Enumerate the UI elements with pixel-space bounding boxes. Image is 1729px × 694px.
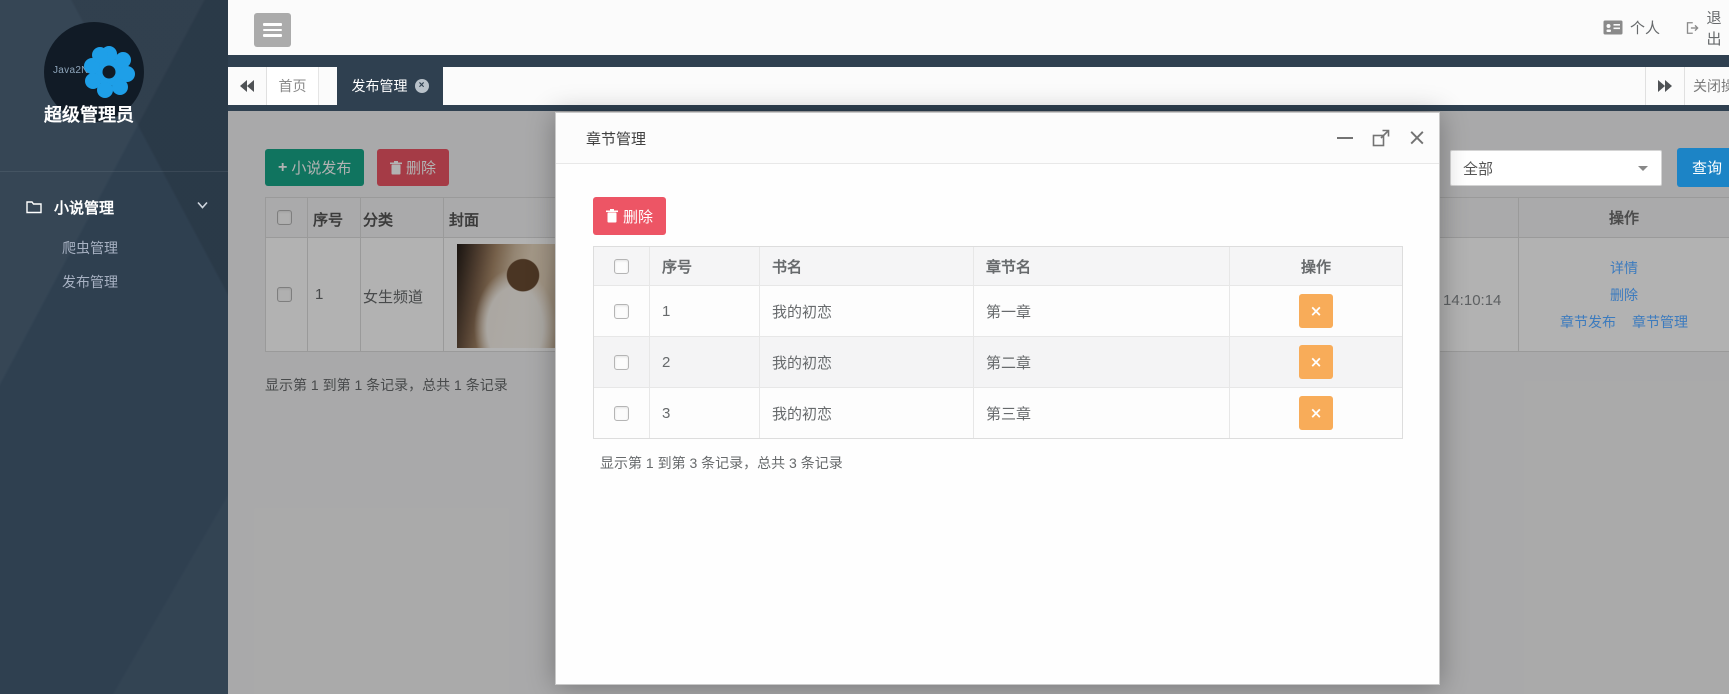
cell-chapter: 第一章 bbox=[974, 286, 1230, 336]
cell-index: 2 bbox=[650, 337, 760, 387]
delete-link[interactable]: 删除 bbox=[1610, 285, 1638, 305]
trash-icon bbox=[606, 209, 618, 223]
submenu-label: 发布管理 bbox=[62, 272, 118, 292]
maximize-icon[interactable] bbox=[1371, 128, 1391, 148]
detail-link[interactable]: 详情 bbox=[1610, 258, 1638, 278]
chevron-down-icon bbox=[197, 201, 208, 209]
tabs-scroll-right-button[interactable] bbox=[1645, 67, 1685, 105]
delete-chapters-button[interactable]: 删除 bbox=[593, 197, 666, 235]
chapter-table-header: 序号 书名 章节名 操作 bbox=[594, 247, 1402, 285]
search-label: 查询 bbox=[1692, 157, 1722, 178]
personal-menu[interactable]: 个人 bbox=[1603, 0, 1660, 55]
dialog-title: 章节管理 bbox=[586, 113, 646, 163]
close-operations-menu[interactable]: 关闭操作 bbox=[1693, 67, 1729, 105]
logout-label: 退出 bbox=[1707, 7, 1729, 49]
chapter-management-dialog: 章节管理 × 删除 bbox=[555, 112, 1440, 685]
chapter-row: 2 我的初恋 第二章 × bbox=[594, 336, 1402, 387]
chapter-publish-link[interactable]: 章节发布 bbox=[1560, 312, 1616, 332]
timestamp: 14:10:14 bbox=[1443, 292, 1501, 309]
search-button[interactable]: 查询 bbox=[1677, 148, 1729, 187]
select-all-checkbox[interactable] bbox=[614, 259, 629, 274]
chapter-row: 1 我的初恋 第一章 × bbox=[594, 285, 1402, 336]
sidebar: Java2Nb 超级管理员 小说管理 爬虫管理 bbox=[0, 0, 228, 694]
app-window: Java2Nb 超级管理员 小说管理 爬虫管理 bbox=[0, 0, 1729, 694]
double-chevron-left-icon bbox=[240, 80, 255, 92]
double-chevron-right-icon bbox=[1658, 80, 1673, 92]
chapter-manage-link[interactable]: 章节管理 bbox=[1632, 312, 1688, 332]
sidebar-item-crawler-management[interactable]: 爬虫管理 bbox=[0, 232, 228, 264]
row-operations: 详情 删除 章节发布 章节管理 bbox=[1519, 238, 1729, 352]
close-icon[interactable]: × bbox=[1407, 128, 1427, 148]
personal-label: 个人 bbox=[1630, 17, 1660, 38]
sidebar-item-label: 小说管理 bbox=[54, 197, 114, 218]
tab-label: 发布管理 bbox=[352, 76, 408, 96]
sign-out-icon bbox=[1686, 20, 1700, 36]
cell-index: 1 bbox=[650, 286, 760, 336]
category-filter-select[interactable]: 全部 bbox=[1450, 150, 1662, 186]
dialog-window-controls: × bbox=[1335, 113, 1427, 163]
cell-book: 我的初恋 bbox=[760, 286, 974, 336]
row-checkbox[interactable] bbox=[614, 304, 629, 319]
submenu-label: 爬虫管理 bbox=[62, 238, 118, 258]
delete-chapter-button[interactable]: × bbox=[1299, 396, 1333, 430]
id-card-icon bbox=[1603, 20, 1623, 35]
delete-chapters-label: 删除 bbox=[623, 206, 653, 227]
sidebar-item-novel-management[interactable]: 小说管理 bbox=[0, 188, 228, 226]
chapter-row: 3 我的初恋 第三章 × bbox=[594, 387, 1402, 438]
tab-home[interactable]: 首页 bbox=[267, 67, 319, 105]
col-header-chapter: 章节名 bbox=[974, 247, 1230, 285]
tab-publish-management[interactable]: 发布管理 × bbox=[337, 67, 443, 105]
tab-label: 首页 bbox=[279, 76, 307, 96]
tabbar-top-border bbox=[228, 55, 1729, 67]
sidebar-item-publish-management[interactable]: 发布管理 bbox=[0, 266, 228, 298]
sidebar-toggle-button[interactable] bbox=[254, 13, 291, 47]
row-checkbox[interactable] bbox=[614, 355, 629, 370]
chapter-table: 序号 书名 章节名 操作 1 我的初恋 第一章 × 2 我的初恋 第二章 × bbox=[593, 246, 1403, 439]
cell-book: 我的初恋 bbox=[760, 337, 974, 387]
delete-chapter-button[interactable]: × bbox=[1299, 294, 1333, 328]
folder-icon bbox=[26, 200, 42, 214]
filter-selected-value: 全部 bbox=[1463, 158, 1493, 179]
tab-close-icon[interactable]: × bbox=[415, 79, 429, 93]
cell-chapter: 第二章 bbox=[974, 337, 1230, 387]
topbar: 个人 退出 bbox=[228, 0, 1729, 55]
dialog-header[interactable]: 章节管理 × bbox=[556, 113, 1439, 164]
col-header-book: 书名 bbox=[760, 247, 974, 285]
close-operations-label: 关闭操作 bbox=[1693, 76, 1729, 96]
col-header-index: 序号 bbox=[650, 247, 760, 285]
col-header-operations: 操作 bbox=[1519, 197, 1729, 238]
row-checkbox[interactable] bbox=[614, 406, 629, 421]
delete-chapter-button[interactable]: × bbox=[1299, 345, 1333, 379]
cell-book: 我的初恋 bbox=[760, 388, 974, 438]
records-summary: 显示第 1 到第 3 条记录，总共 3 条记录 bbox=[600, 453, 843, 473]
col-header-operations: 操作 bbox=[1230, 247, 1402, 285]
minimize-icon[interactable] bbox=[1335, 128, 1355, 148]
sidebar-divider bbox=[0, 171, 228, 172]
gear-icon bbox=[80, 43, 138, 101]
tabs-scroll-left-button[interactable] bbox=[228, 67, 267, 105]
logout-menu[interactable]: 退出 bbox=[1686, 0, 1729, 55]
admin-name: 超级管理员 bbox=[44, 101, 134, 127]
cell-index: 3 bbox=[650, 388, 760, 438]
tabbar: 首页 发布管理 × 关闭操作 bbox=[228, 67, 1729, 105]
cell-chapter: 第三章 bbox=[974, 388, 1230, 438]
